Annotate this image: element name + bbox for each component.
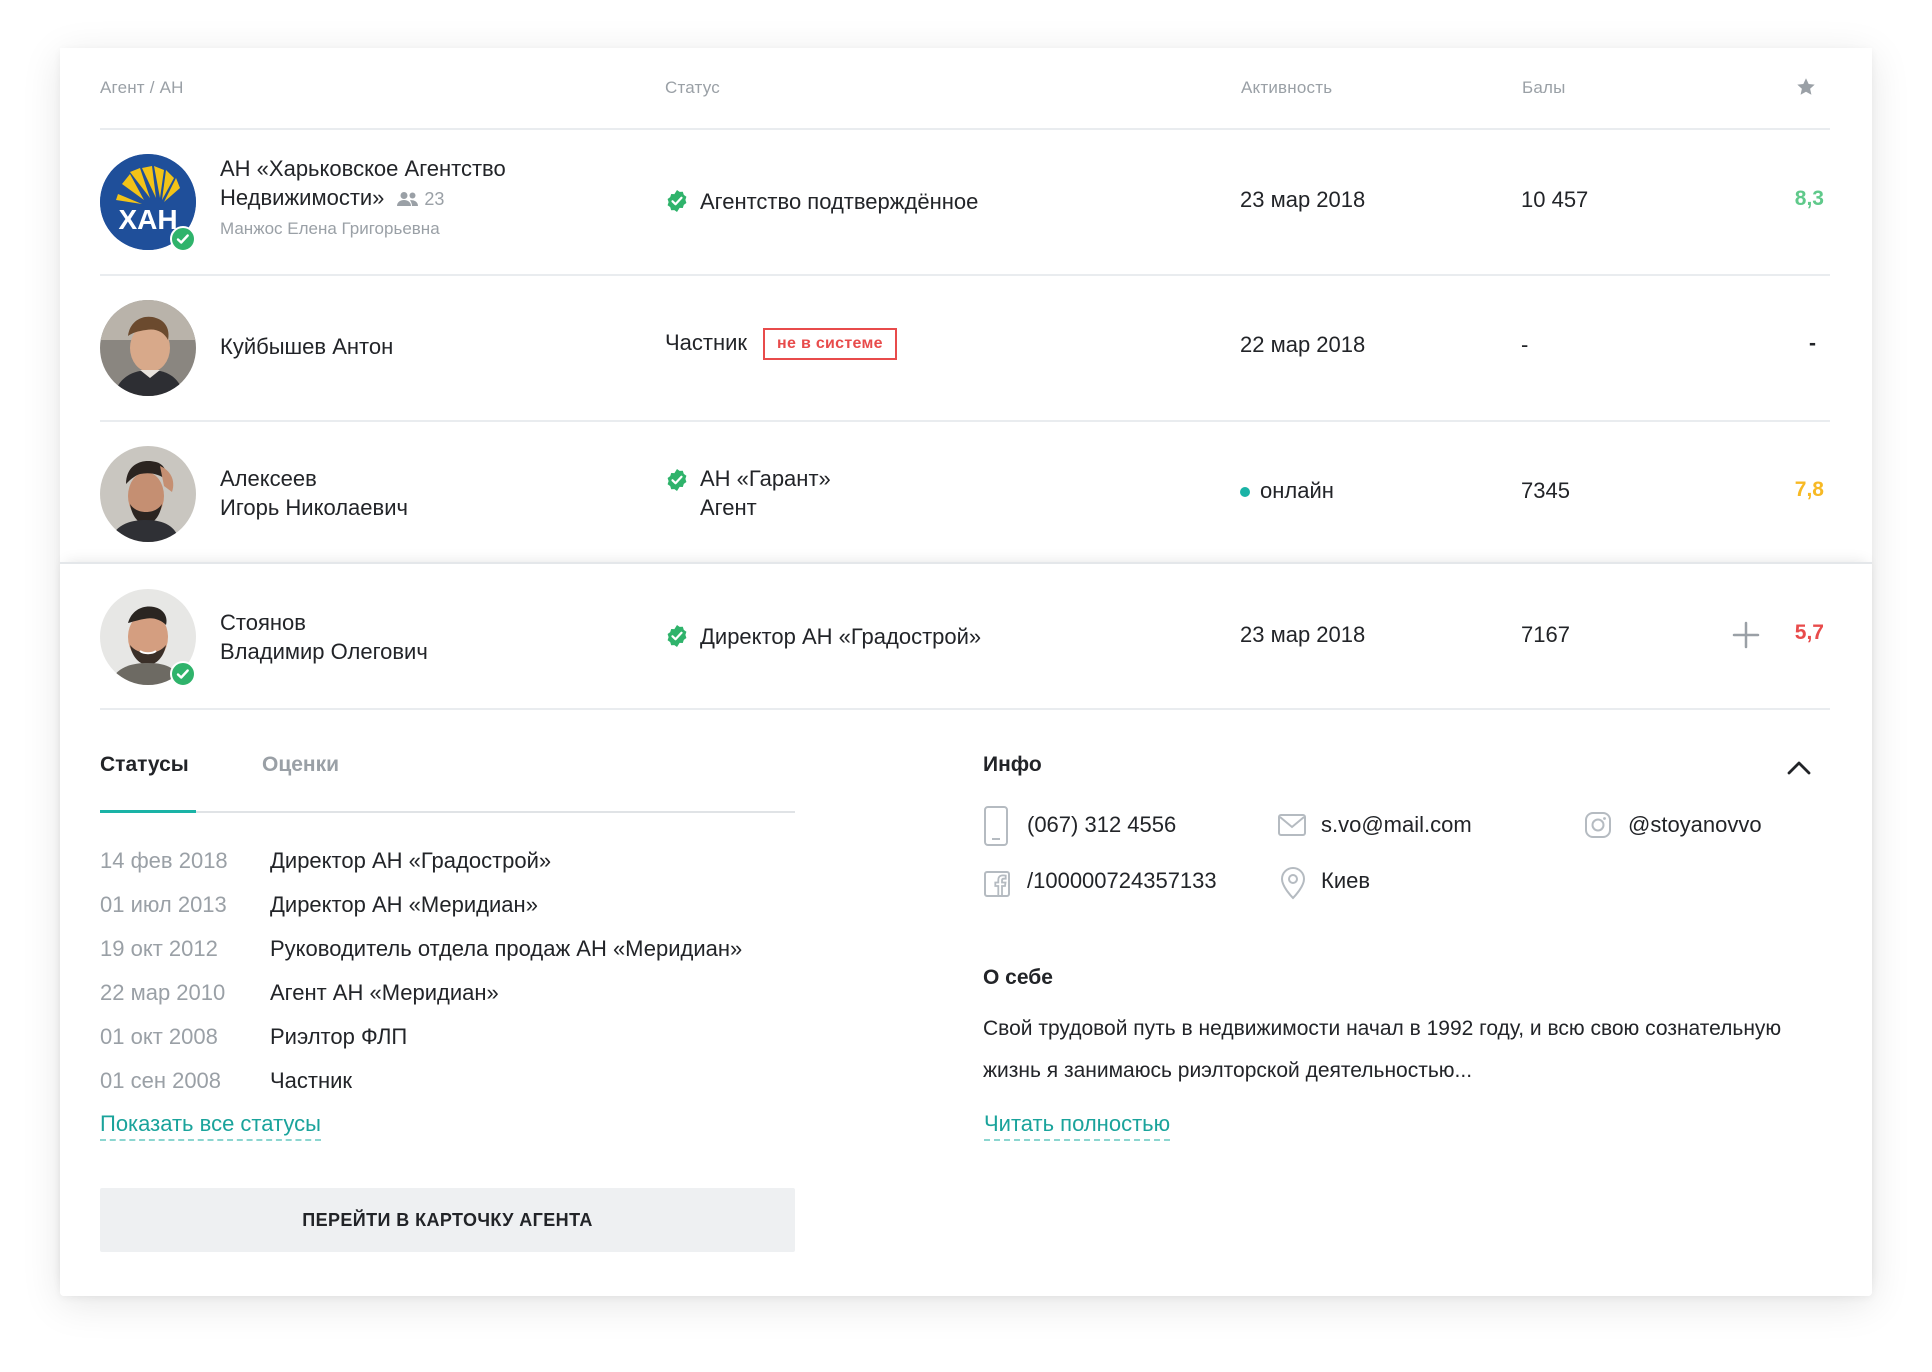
agent-name-line1: Стоянов — [220, 610, 306, 635]
read-more-link[interactable]: Читать полностью — [984, 1111, 1171, 1141]
activity-date: 22 мар 2018 — [1240, 332, 1366, 357]
location-pin-icon — [1280, 867, 1306, 900]
history-text: Частник — [270, 1068, 353, 1093]
table-row[interactable]: ХАН АН «Харьковское Агентство Недвижимос… — [100, 130, 1830, 274]
agent-name-line2: Недвижимости» — [220, 185, 385, 210]
table-row-expanded[interactable]: Стоянов Владимир Олегович Директор АН «Г… — [100, 565, 1830, 709]
check-circle-icon — [667, 469, 687, 491]
members-count: 23 — [396, 185, 444, 214]
logo-text: ХАН — [118, 204, 177, 235]
status-role: Агент — [700, 495, 757, 520]
agent-name[interactable]: Алексеев Игорь Николаевич — [220, 464, 408, 522]
email-value: s.vo@mail.com — [1321, 812, 1472, 837]
history-text: Директор АН «Меридиан» — [270, 892, 538, 917]
history-text: Руководитель отдела продаж АН «Меридиан» — [270, 936, 743, 961]
check-circle-icon — [667, 190, 687, 212]
column-header-activity[interactable]: Активность — [1241, 78, 1332, 98]
status-agency: АН «Гарант» — [700, 466, 831, 491]
agents-table-card: Агент / АН Статус Активность Балы ХАН АН… — [60, 48, 1872, 1296]
status-text: Директор АН «Градострой» — [700, 624, 982, 649]
history-text: Агент АН «Меридиан» — [270, 980, 499, 1005]
city-value: Киев — [1321, 868, 1371, 893]
agent-name-line1: АН «Харьковское Агентство — [220, 156, 506, 181]
rating-value: 8,3 — [1794, 187, 1824, 210]
activity-text: онлайн — [1260, 478, 1334, 503]
avatar — [100, 446, 196, 542]
rating-value: - — [1809, 332, 1816, 355]
row-divider — [60, 562, 1872, 564]
phone-value: (067) 312 4556 — [1027, 812, 1177, 837]
verified-badge-icon — [170, 661, 196, 687]
history-date: 01 окт 2008 — [100, 1024, 218, 1049]
status-text: АН «Гарант» Агент — [700, 464, 831, 522]
info-title: Инфо — [983, 753, 1042, 776]
rating-value: 7,8 — [1794, 478, 1824, 501]
points-value: 7167 — [1521, 622, 1570, 647]
history-date: 19 окт 2012 — [100, 936, 218, 961]
instagram-value: @stoyanovvo — [1628, 812, 1762, 837]
column-header-points[interactable]: Балы — [1522, 78, 1566, 98]
activity-date: 23 мар 2018 — [1240, 622, 1366, 647]
points-value: 7345 — [1521, 478, 1570, 503]
members-count-value: 23 — [424, 188, 445, 209]
agency-director: Манжос Елена Григорьевна — [220, 218, 440, 238]
tabs: Статусы Оценки — [100, 753, 795, 835]
agent-name[interactable]: АН «Харьковское Агентство Недвижимости» … — [220, 154, 506, 243]
agent-name-line2: Игорь Николаевич — [220, 495, 408, 520]
status-text: Частник — [665, 330, 748, 355]
status-cell: Частник не в системе — [665, 328, 897, 361]
history-date: 01 июл 2013 — [100, 892, 227, 917]
agent-name-line2: Владимир Олегович — [220, 639, 428, 664]
agent-name-line1: Алексеев — [220, 466, 317, 491]
phone-icon — [984, 806, 1008, 846]
online-dot — [1240, 487, 1250, 498]
points-value: 10 457 — [1521, 187, 1589, 212]
tab-ratings[interactable]: Оценки — [262, 753, 339, 777]
agent-name[interactable]: Куйбышев Антон — [220, 332, 393, 361]
tabs-baseline — [100, 811, 795, 813]
tab-statuses[interactable]: Статусы — [100, 753, 189, 777]
not-in-system-badge: не в системе — [763, 328, 897, 361]
people-icon — [397, 192, 419, 207]
activity-date: 23 мар 2018 — [1240, 187, 1366, 212]
history-text: Риэлтор ФЛП — [270, 1024, 408, 1049]
avatar — [100, 300, 196, 396]
history-date: 14 фев 2018 — [100, 848, 228, 873]
about-title: О себе — [983, 966, 1053, 989]
facebook-value: /100000724357133 — [1027, 868, 1217, 893]
points-value: - — [1521, 332, 1529, 357]
facebook-icon — [984, 871, 1010, 897]
chevron-up-icon[interactable] — [1786, 758, 1812, 776]
about-text: Свой трудовой путь в недвижимости начал … — [983, 1017, 1782, 1082]
show-all-statuses-link[interactable]: Показать все статусы — [100, 1111, 321, 1141]
history-date: 22 мар 2010 — [100, 980, 226, 1005]
rating-value: 5,7 — [1794, 621, 1824, 644]
table-row[interactable]: Куйбышев Антон Частник не в системе 22 ма… — [100, 276, 1830, 420]
column-header-status[interactable]: Статус — [665, 78, 720, 98]
agent-name[interactable]: Стоянов Владимир Олегович — [220, 608, 428, 666]
instagram-icon — [1585, 812, 1611, 838]
star-icon[interactable] — [1795, 76, 1817, 98]
active-tab-indicator — [100, 810, 196, 813]
history-date: 01 сен 2008 — [100, 1068, 222, 1093]
table-row[interactable]: Алексеев Игорь Николаевич АН «Гарант» Аг… — [100, 422, 1830, 566]
activity-online: онлайн — [1240, 478, 1334, 504]
row-divider — [100, 708, 1830, 710]
verified-badge-icon — [170, 226, 196, 252]
check-circle-icon — [667, 625, 687, 647]
column-header-agent[interactable]: Агент / АН — [100, 78, 184, 98]
plus-icon[interactable] — [1732, 621, 1760, 649]
mail-icon — [1278, 814, 1306, 836]
status-text: Агентство подтверждённое — [700, 189, 979, 214]
history-text: Директор АН «Градострой» — [270, 848, 552, 873]
open-agent-card-button[interactable]: ПЕРЕЙТИ В КАРТОЧКУ АГЕНТА — [100, 1188, 795, 1252]
